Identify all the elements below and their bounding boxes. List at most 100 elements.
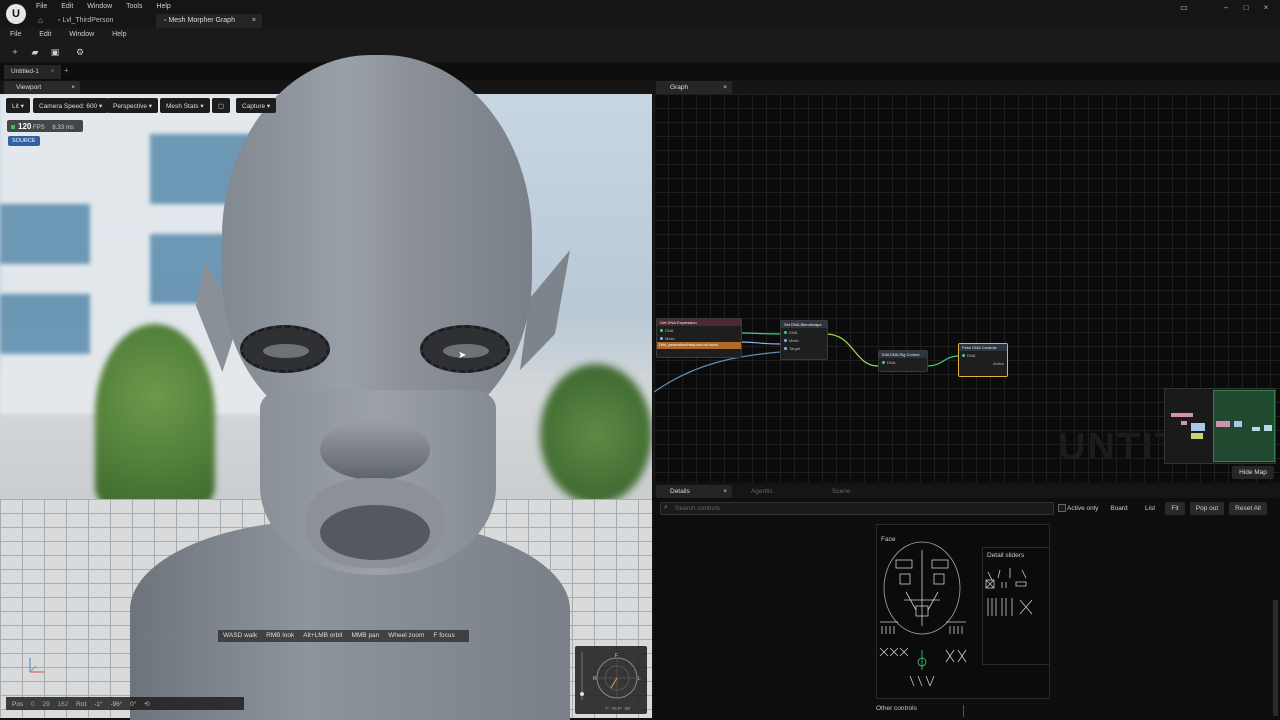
rot-y: -96°	[110, 701, 123, 708]
mesh-right-eye	[420, 325, 510, 373]
tab-graph[interactable]: Graph ×	[656, 81, 732, 94]
face-rig-controls[interactable]	[876, 530, 1056, 700]
fps-value: 120	[18, 122, 32, 131]
node-title: Edit DNA Rig Control	[879, 351, 927, 358]
other-controls-label[interactable]: Other controls	[876, 705, 966, 717]
mesh-stats-button[interactable]: Mesh Stats ▾	[160, 98, 210, 113]
minimize-icon[interactable]: –	[1216, 3, 1236, 13]
menu2-help[interactable]: Help	[112, 28, 126, 42]
menu-file[interactable]: File	[36, 3, 47, 10]
layout-icon[interactable]: ▭	[1174, 3, 1194, 13]
list-button[interactable]: List	[1138, 502, 1162, 515]
menu-help[interactable]: Help	[156, 3, 170, 10]
lit-mode-button[interactable]: Lit ▾	[6, 98, 30, 113]
node-title: Pose DNA Controls	[959, 344, 1007, 351]
camera-compass[interactable]: F R L Y: -75 P: -30	[575, 646, 647, 714]
fps-readout: 120 FPS 8.33 ms	[7, 120, 83, 132]
node-get-dna-expression[interactable]: Get DNA Expression DNA Mesh DNA_paramete…	[656, 318, 742, 358]
level-tab-bar	[0, 64, 1280, 80]
close-icon[interactable]: ×	[252, 17, 256, 24]
close-icon[interactable]: ×	[71, 84, 75, 91]
svg-text:L: L	[638, 676, 641, 682]
graph-icon: ▪	[164, 17, 167, 24]
node-pin-mesh[interactable]: Mesh	[657, 334, 741, 342]
node-pin-dna[interactable]: DNA	[959, 351, 1007, 359]
tab-details[interactable]: Details ×	[656, 485, 732, 498]
search-input[interactable]: Search controls	[660, 502, 1054, 515]
perspective-button[interactable]: Perspective ▾	[107, 98, 159, 113]
node-warning: DNA_parameters/Head.dna not found	[657, 342, 741, 349]
node-pin-mesh[interactable]: Mesh	[781, 336, 827, 344]
reset-pose-icon[interactable]: ⟲	[144, 701, 149, 708]
node-pin-dna[interactable]: DNA	[657, 326, 741, 334]
fps-status-icon	[11, 125, 15, 129]
camera-pose-readout: Pos 0 29 162 Rot -1° -96° 0° ⟲	[6, 697, 244, 710]
background-tree	[540, 364, 652, 504]
hide-map-button[interactable]: Hide Map	[1232, 466, 1274, 479]
top-menu: File Edit Window Tools Help	[36, 3, 183, 10]
close-icon[interactable]: ×	[723, 488, 727, 495]
node-edit-dna-rig-control[interactable]: Edit DNA Rig Control DNA	[878, 350, 928, 372]
tab-graph-label: Graph	[670, 84, 689, 91]
tab-untitled-label: Untitled-1	[11, 68, 39, 75]
add-tab-icon[interactable]: +	[64, 66, 69, 75]
home-icon[interactable]: ⌂	[38, 16, 43, 25]
close-icon[interactable]: ×	[51, 68, 55, 75]
details-scrollbar[interactable]	[1273, 600, 1278, 716]
tab-scene[interactable]: Scene	[818, 485, 864, 498]
node-pin-active[interactable]: Active	[959, 359, 1007, 367]
maximize-icon[interactable]: □	[1236, 3, 1256, 13]
fps-unit: FPS	[33, 125, 45, 131]
menu2-window[interactable]: Window	[69, 28, 94, 42]
tab-agentic[interactable]: Agentic	[737, 485, 787, 498]
settings-gear-icon[interactable]: ⚙	[74, 46, 86, 58]
window-close-icon[interactable]: ×	[1256, 3, 1276, 13]
pos-x: 0	[31, 701, 35, 708]
tab-details-label: Details	[670, 488, 690, 495]
mesh-left-eye	[240, 325, 330, 373]
board-button[interactable]: Board	[1106, 502, 1132, 515]
mouse-cursor-icon: ➤	[458, 350, 467, 361]
menu2-file[interactable]: File	[10, 28, 21, 42]
menu-tools[interactable]: Tools	[126, 3, 142, 10]
reset-all-button[interactable]: Reset All	[1229, 502, 1267, 515]
active-only-checkbox[interactable]	[1058, 504, 1066, 512]
tab-viewport[interactable]: Viewport ×	[4, 81, 80, 94]
tab-level[interactable]: ▪ Lvl_ThirdPerson	[50, 14, 121, 28]
menu2-edit[interactable]: Edit	[39, 28, 51, 42]
camera-speed-button[interactable]: Camera Speed: 600 ▾	[33, 98, 109, 113]
search-icon: ⌕	[664, 504, 668, 511]
unreal-logo-icon: U	[6, 4, 26, 24]
node-pin-dna[interactable]: DNA	[781, 328, 827, 336]
controls-hints: WASD walk RMB look Alt+LMB orbit MMB pan Whe…	[218, 630, 469, 642]
capture-button[interactable]: Capture ▾	[236, 98, 277, 113]
rot-z: 0°	[130, 701, 137, 708]
node-set-dna-blendshape[interactable]: Set DNA Blendshape DNA Mesh Target	[780, 320, 828, 360]
fit-button[interactable]: Fit	[1165, 502, 1185, 515]
divider	[963, 705, 964, 717]
editor-toolbar	[0, 42, 1280, 62]
tab-mesh-morpher[interactable]: ▪ Mesh Morpher Graph ×	[156, 14, 262, 28]
pos-z: 162	[57, 701, 69, 708]
minimap-viewport[interactable]	[1213, 390, 1275, 462]
rot-x: -1°	[94, 701, 103, 708]
node-pin-dna[interactable]: DNA	[879, 358, 927, 366]
compass-readout: Y: -75 P: -30	[605, 706, 631, 711]
axis-gizmo-icon	[29, 658, 44, 673]
lock-icon[interactable]: ▢	[212, 98, 230, 113]
open-folder-icon[interactable]: ▰	[29, 46, 41, 58]
close-icon[interactable]: ×	[723, 84, 727, 91]
add-icon[interactable]: +	[9, 46, 21, 58]
tab-untitled[interactable]: Untitled-1 ×	[4, 65, 62, 79]
background-tree	[95, 324, 215, 504]
pop-out-button[interactable]: Pop out	[1190, 502, 1224, 515]
menu-window[interactable]: Window	[87, 3, 112, 10]
save-icon[interactable]: ▣	[49, 46, 61, 58]
graph-tab-bar	[654, 81, 1280, 94]
node-pin-target[interactable]: Target	[781, 344, 827, 352]
tab-viewport-label: Viewport	[16, 84, 42, 91]
tab-mesh-morpher-label: Mesh Morpher Graph	[168, 17, 235, 24]
node-pose-dna-controls[interactable]: Pose DNA Controls DNA Active	[958, 343, 1008, 377]
menu-edit[interactable]: Edit	[61, 3, 73, 10]
mesh-mouth-interior	[320, 505, 430, 560]
